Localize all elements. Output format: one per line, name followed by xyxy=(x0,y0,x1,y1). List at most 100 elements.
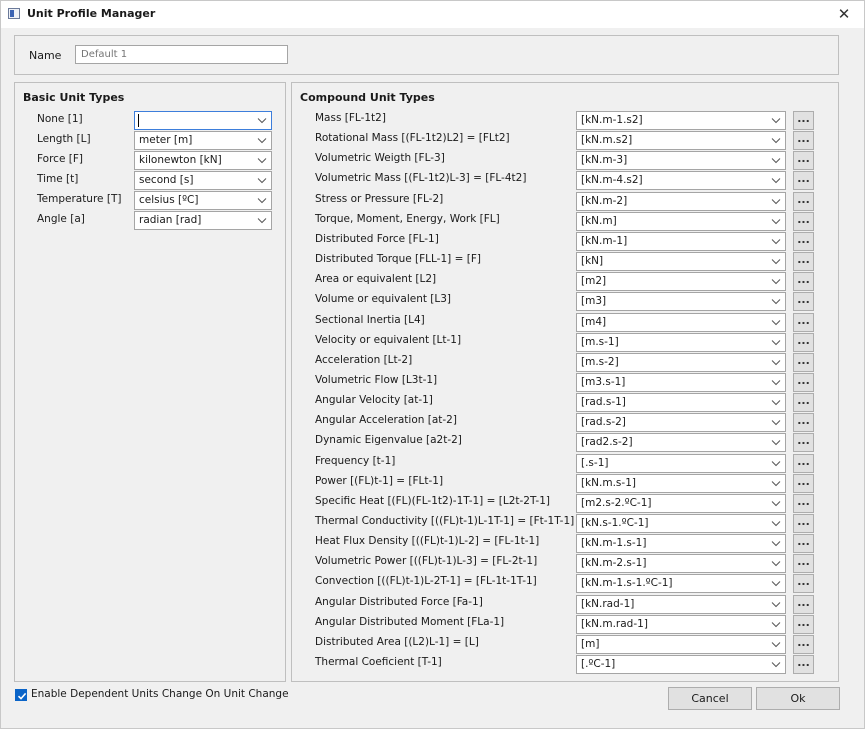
edit-unit-button[interactable]: ... xyxy=(793,352,814,372)
compound-unit-select[interactable]: [m3] xyxy=(576,292,786,312)
chevron-down-icon xyxy=(771,259,781,265)
edit-unit-button[interactable]: ... xyxy=(793,493,814,513)
basic-unit-label: Angle [a] xyxy=(37,213,85,225)
chevron-down-icon xyxy=(771,440,781,446)
basic-unit-select[interactable] xyxy=(134,111,272,130)
compound-unit-select[interactable]: [kN.m-1.s-1] xyxy=(576,534,786,554)
basic-unit-label: Time [t] xyxy=(37,173,79,185)
edit-unit-button[interactable]: ... xyxy=(793,574,814,594)
compound-unit-select[interactable]: [kN.m-2] xyxy=(576,191,786,211)
edit-unit-button[interactable]: ... xyxy=(793,252,814,272)
edit-unit-button[interactable]: ... xyxy=(793,312,814,332)
edit-unit-button[interactable]: ... xyxy=(793,473,814,493)
compound-unit-value: [kN.m-1.s-1] xyxy=(581,537,647,550)
compound-unit-select[interactable]: [rad.s-1] xyxy=(576,393,786,413)
basic-unit-select[interactable]: radian [rad] xyxy=(134,211,272,230)
compound-unit-select[interactable]: [kN.m.s-1] xyxy=(576,473,786,493)
chevron-down-icon xyxy=(771,460,781,466)
compound-unit-select[interactable]: [m3.s-1] xyxy=(576,372,786,392)
chevron-down-icon xyxy=(257,178,267,184)
compound-unit-select[interactable]: [m.s-1] xyxy=(576,332,786,352)
edit-unit-button[interactable]: ... xyxy=(793,514,814,533)
compound-unit-select[interactable]: [kN] xyxy=(576,252,786,272)
edit-unit-button[interactable]: ... xyxy=(793,272,814,292)
edit-unit-button[interactable]: ... xyxy=(793,191,814,211)
chevron-down-icon xyxy=(771,239,781,245)
edit-unit-button[interactable]: ... xyxy=(793,231,814,251)
edit-unit-button[interactable]: ... xyxy=(793,393,814,413)
compound-unit-select[interactable]: [kN.m-1.s-1.ºC-1] xyxy=(576,574,786,594)
basic-unit-types-panel: Basic Unit Types None [1] Length [L] meter… xyxy=(14,82,286,682)
edit-unit-button[interactable]: ... xyxy=(793,634,814,654)
basic-unit-select[interactable]: second [s] xyxy=(134,171,272,190)
compound-unit-label: Sectional Inertia [L4] xyxy=(315,313,425,326)
edit-unit-button[interactable]: ... xyxy=(793,131,814,151)
edit-unit-button[interactable]: ... xyxy=(793,534,814,554)
edit-unit-button[interactable]: ... xyxy=(793,151,814,171)
basic-unit-select[interactable]: meter [m] xyxy=(134,131,272,150)
compound-unit-value: [.ºC-1] xyxy=(581,658,616,671)
name-input[interactable] xyxy=(75,45,288,64)
edit-unit-button[interactable]: ... xyxy=(793,655,814,675)
compound-unit-select[interactable]: [m2] xyxy=(576,272,786,292)
chevron-down-icon xyxy=(257,158,267,164)
chevron-down-icon xyxy=(771,218,781,224)
chevron-down-icon xyxy=(771,581,781,587)
compound-unit-value: [m3.s-1] xyxy=(581,375,626,388)
edit-unit-button[interactable]: ... xyxy=(793,292,814,312)
chevron-down-icon xyxy=(771,359,781,366)
compound-unit-select[interactable]: [rad.s-2] xyxy=(576,413,786,433)
edit-unit-button[interactable]: ... xyxy=(793,332,814,352)
compound-unit-label: Distributed Force [FL-1] xyxy=(315,232,439,245)
basic-unit-select[interactable]: celsius [ºC] xyxy=(134,191,272,210)
compound-unit-types-title: Compound Unit Types xyxy=(300,91,435,104)
compound-unit-select[interactable]: [kN.rad-1] xyxy=(576,594,786,614)
compound-unit-select[interactable]: [kN.m-1.s2] xyxy=(576,111,786,130)
compound-unit-select[interactable]: [rad2.s-2] xyxy=(576,433,786,453)
compound-unit-select[interactable]: [kN.m-3] xyxy=(576,151,786,171)
edit-unit-button[interactable]: ... xyxy=(793,111,814,130)
edit-unit-button[interactable]: ... xyxy=(793,614,814,634)
compound-unit-select[interactable]: [kN.m-4.s2] xyxy=(576,171,786,191)
chevron-down-icon xyxy=(771,279,781,285)
compound-unit-value: [kN.m-2] xyxy=(581,194,628,207)
close-icon[interactable]: ✕ xyxy=(834,4,854,24)
chevron-down-icon xyxy=(257,198,267,204)
edit-unit-button[interactable]: ... xyxy=(793,372,814,392)
compound-unit-select[interactable]: [kN.m-1] xyxy=(576,231,786,251)
compound-unit-select[interactable]: [kN.m-2.s-1] xyxy=(576,554,786,574)
compound-unit-label: Area or equivalent [L2] xyxy=(315,273,437,286)
chevron-down-icon xyxy=(771,299,781,305)
basic-unit-value: celsius [ºC] xyxy=(139,194,199,206)
compound-unit-select[interactable]: [m] xyxy=(576,634,786,654)
ok-button[interactable]: Ok xyxy=(756,687,840,710)
edit-unit-button[interactable]: ... xyxy=(793,594,814,614)
edit-unit-button[interactable]: ... xyxy=(793,453,814,473)
compound-unit-select[interactable]: [.ºC-1] xyxy=(576,655,786,675)
compound-unit-label: Acceleration [Lt-2] xyxy=(315,353,413,366)
compound-unit-select[interactable]: [kN.m] xyxy=(576,211,786,231)
compound-unit-select[interactable]: [.s-1] xyxy=(576,453,786,473)
compound-unit-label: Volumetric Power [((FL)t-1)L-3] = [FL-2t… xyxy=(315,555,538,568)
compound-unit-select[interactable]: [m4] xyxy=(576,312,786,332)
edit-unit-button[interactable]: ... xyxy=(793,413,814,433)
basic-unit-select[interactable]: kilonewton [kN] xyxy=(134,151,272,170)
compound-unit-label: Thermal Conductivity [((FL)t-1)L-1T-1] =… xyxy=(315,515,575,527)
compound-unit-value: [m4] xyxy=(581,315,607,328)
edit-unit-button[interactable]: ... xyxy=(793,171,814,191)
chevron-down-icon xyxy=(257,138,267,144)
edit-unit-button[interactable]: ... xyxy=(793,554,814,574)
compound-unit-select[interactable]: [m2.s-2.ºC-1] xyxy=(576,493,786,513)
compound-unit-select[interactable]: [kN.m.s2] xyxy=(576,131,786,151)
compound-unit-label: Dynamic Eigenvalue [a2t-2] xyxy=(315,434,462,447)
cancel-button[interactable]: Cancel xyxy=(668,687,752,710)
compound-unit-select[interactable]: [kN.s-1.ºC-1] xyxy=(576,514,786,533)
edit-unit-button[interactable]: ... xyxy=(793,433,814,453)
compound-unit-select[interactable]: [kN.m.rad-1] xyxy=(576,614,786,634)
basic-unit-value: meter [m] xyxy=(139,134,193,146)
text-caret xyxy=(138,114,139,127)
edit-unit-button[interactable]: ... xyxy=(793,211,814,231)
enable-dependent-units-checkbox[interactable] xyxy=(15,689,27,701)
checkmark-icon xyxy=(17,692,27,700)
compound-unit-select[interactable]: [m.s-2] xyxy=(576,352,786,372)
